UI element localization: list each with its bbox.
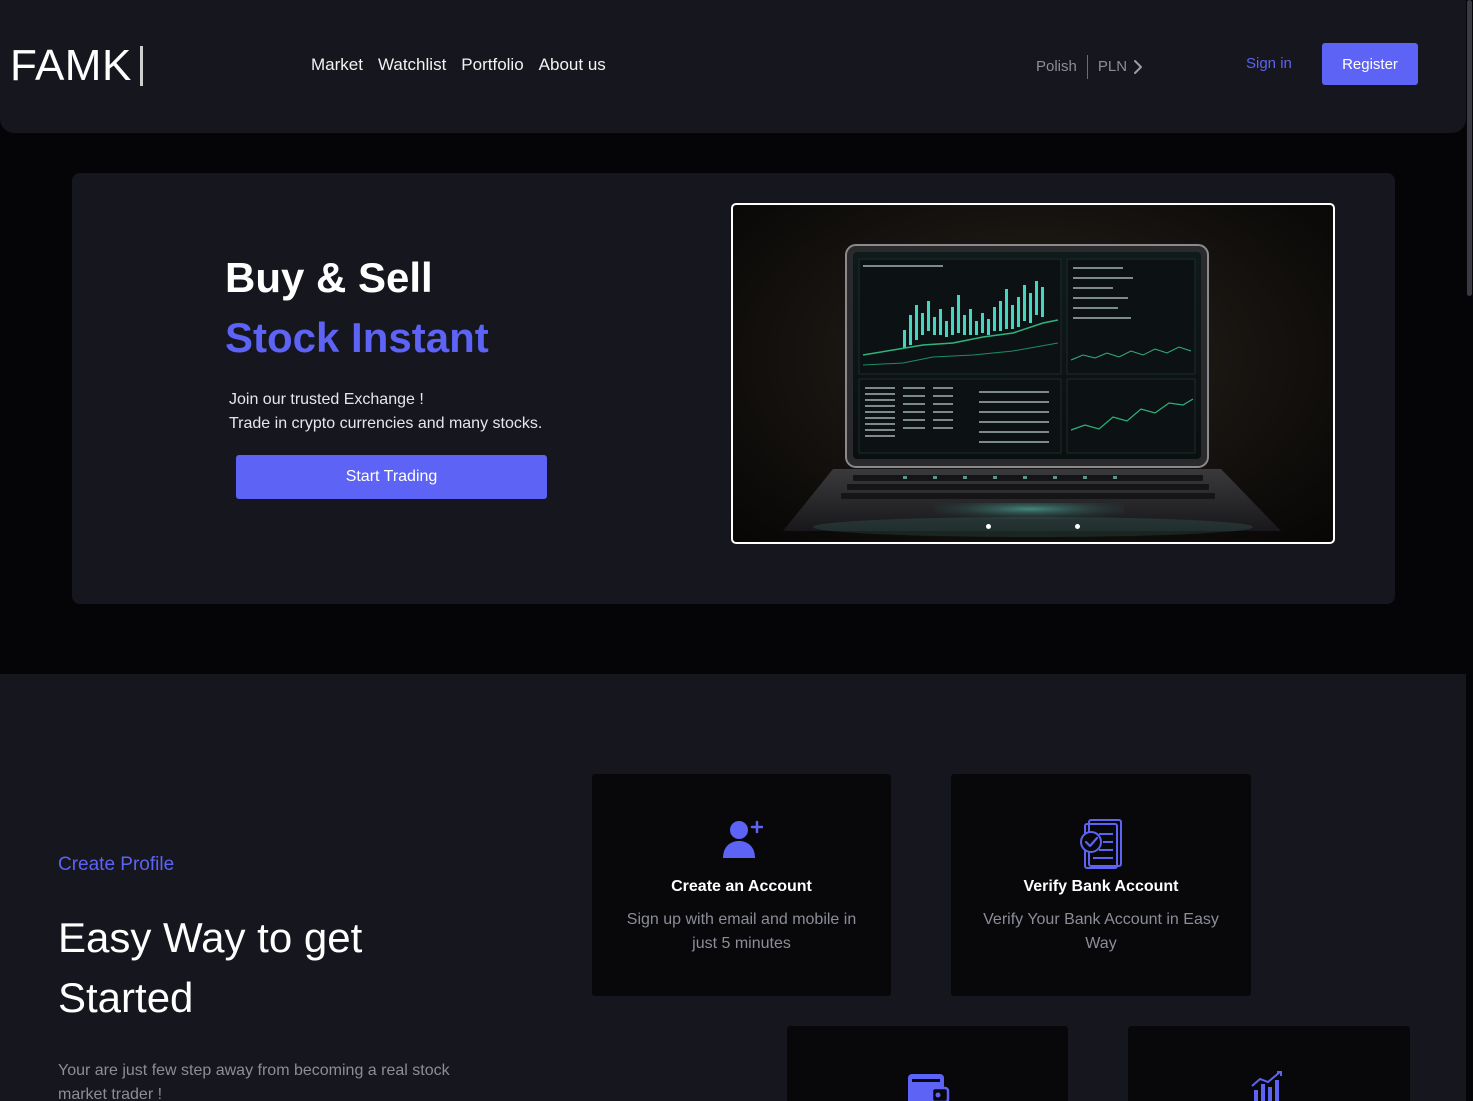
chevron-right-icon[interactable]: [1133, 59, 1143, 75]
hero-subtitle: Join our trusted Exchange ! Trade in cry…: [229, 388, 542, 436]
register-button[interactable]: Register: [1322, 43, 1418, 85]
hero-title: Buy & Sell: [225, 254, 433, 301]
locale-divider: [1086, 55, 1088, 79]
start-trading-button[interactable]: Start Trading: [236, 455, 547, 499]
language-selector[interactable]: Polish: [1036, 56, 1077, 78]
carousel-dots: [733, 524, 1333, 529]
section-title: Easy Way to get Started: [58, 914, 363, 1021]
brand-logo[interactable]: FAMK: [10, 42, 143, 90]
hero-subtitle-line-1: Join our trusted Exchange !: [229, 391, 424, 408]
section-description: Your are just few step away from becomin…: [58, 1062, 450, 1101]
scrollbar-thumb[interactable]: [1467, 0, 1472, 296]
logo-cursor-bar: [139, 46, 143, 86]
currency-selector[interactable]: PLN: [1098, 56, 1127, 78]
nav-link-market[interactable]: Market: [311, 54, 363, 76]
nav-link-about-us[interactable]: About us: [539, 54, 606, 76]
step-card-text: Verify Your Bank Account in Easy Way: [983, 911, 1219, 952]
laptop-trading-illustration: [783, 244, 1281, 537]
step-card-title: Verify Bank Account: [1023, 878, 1179, 895]
top-navbar: FAMK Market Watchlist Portfolio About us…: [0, 0, 1466, 133]
hero-title-highlight: Stock Instant: [225, 314, 489, 361]
step-card-text: Sign up with email and mobile in just 5 …: [626, 911, 857, 952]
carousel-dot-1[interactable]: [986, 524, 991, 529]
nav-link-portfolio[interactable]: Portfolio: [461, 54, 523, 76]
brand-logo-text: FAMK: [10, 41, 132, 90]
page: FAMK Market Watchlist Portfolio About us…: [0, 0, 1473, 1101]
carousel-dot-2[interactable]: [1075, 524, 1080, 529]
step-card-growth[interactable]: [1128, 1026, 1410, 1101]
step-card-title: Create an Account: [671, 878, 812, 895]
verify-document-icon: [1077, 818, 1125, 875]
growth-chart-icon: [1248, 1070, 1290, 1101]
sign-in-link[interactable]: Sign in: [1246, 53, 1292, 75]
add-user-icon: [721, 818, 763, 865]
getting-started-section: Create Profile Easy Way to get Started Y…: [0, 674, 1466, 1101]
hero-subtitle-line-2: Trade in crypto currencies and many stoc…: [229, 415, 543, 432]
wallet-icon: [906, 1070, 950, 1101]
locale-selector: Polish PLN: [1036, 55, 1143, 79]
page-scrollbar[interactable]: [1466, 0, 1473, 1101]
hero-section: Buy & Sell Stock Instant Join our truste…: [72, 173, 1395, 604]
nav-link-watchlist[interactable]: Watchlist: [378, 54, 446, 76]
step-card-wallet[interactable]: [787, 1026, 1068, 1101]
section-kicker: Create Profile: [58, 854, 175, 875]
hero-carousel[interactable]: [731, 203, 1335, 544]
step-card-create-account[interactable]: Create an Account Sign up with email and…: [592, 774, 891, 996]
main-nav: Market Watchlist Portfolio About us: [311, 54, 606, 76]
step-card-verify-bank[interactable]: Verify Bank Account Verify Your Bank Acc…: [951, 774, 1251, 996]
